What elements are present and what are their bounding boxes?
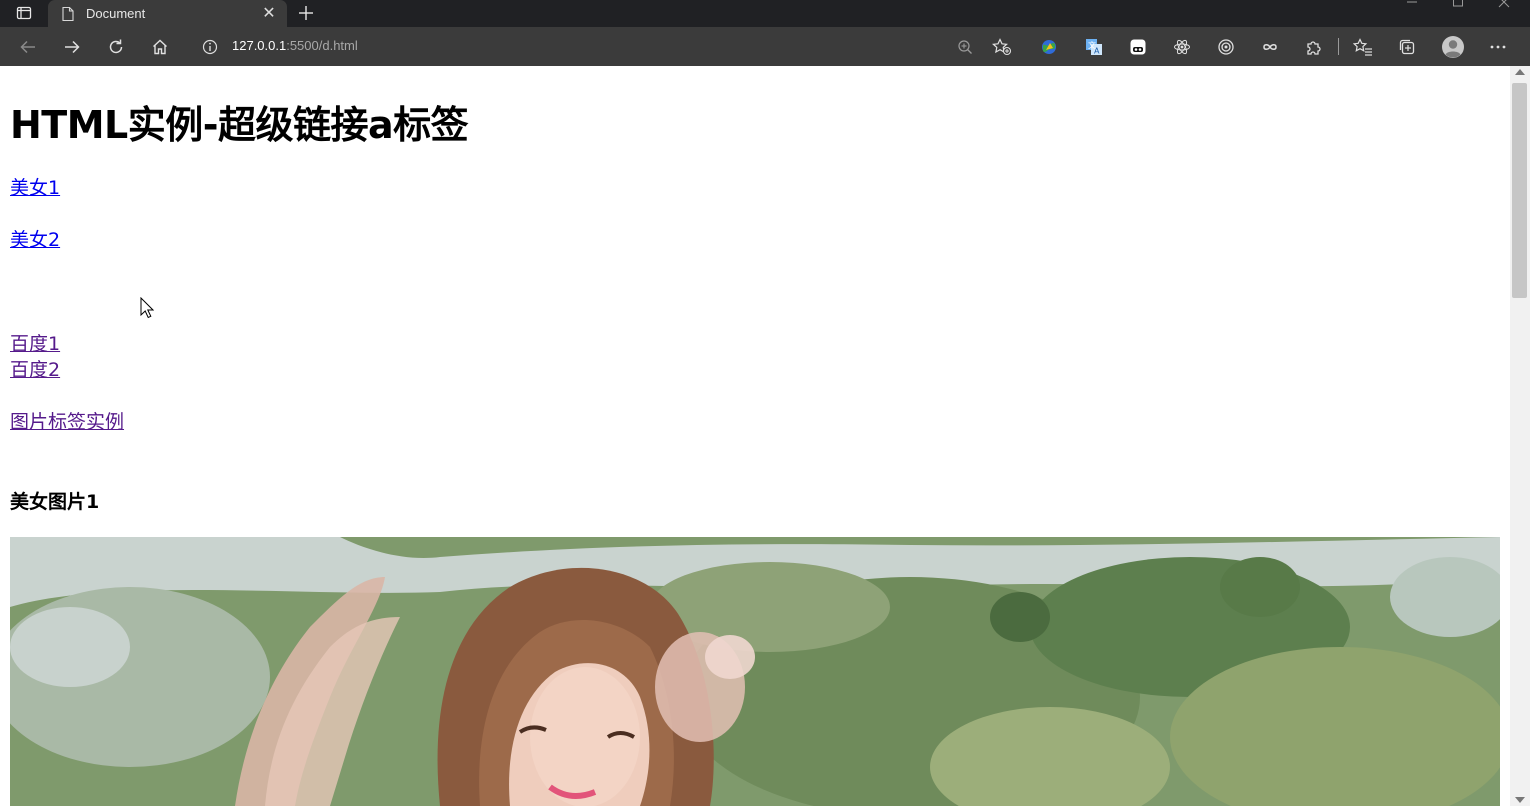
profile-avatar-icon[interactable] [1440, 34, 1466, 60]
tab-title: Document [86, 6, 146, 21]
vertical-scrollbar[interactable] [1510, 66, 1530, 806]
image-section-heading: 美女图片1 [10, 491, 100, 513]
scroll-down-arrow-icon[interactable] [1515, 797, 1525, 803]
back-icon[interactable] [15, 34, 41, 60]
tab-strip: Document ✕ [0, 0, 1530, 27]
address-bar[interactable]: 127.0.0.1:5500/d.html [232, 38, 358, 53]
tab-close-icon[interactable]: ✕ [260, 4, 278, 22]
zoom-icon[interactable] [952, 34, 978, 60]
page-viewport: HTML实例-超级链接a标签 美女1 美女2 百度1 百度2 图片标签实例 美女… [0, 66, 1510, 806]
browser-tab[interactable]: Document ✕ [48, 0, 287, 27]
maximize-icon[interactable] [1435, 0, 1481, 14]
extension-globe-icon[interactable] [1036, 34, 1062, 60]
scroll-up-arrow-icon[interactable] [1515, 69, 1525, 75]
svg-text:A: A [1094, 47, 1100, 56]
link-image-tag-example[interactable]: 图片标签实例 [10, 407, 124, 434]
add-favorite-icon[interactable] [989, 34, 1015, 60]
link-baidu-1[interactable]: 百度1 [10, 329, 60, 356]
home-icon[interactable] [147, 34, 173, 60]
extension-target-icon[interactable] [1213, 34, 1239, 60]
extension-face-icon[interactable] [1125, 34, 1151, 60]
url-path: :5500/d.html [286, 38, 358, 53]
link-baidu-2[interactable]: 百度2 [10, 355, 60, 382]
favorites-icon[interactable] [1350, 34, 1376, 60]
beauty-photo [10, 537, 1500, 806]
mouse-cursor-icon [140, 297, 154, 319]
collections-icon[interactable] [1394, 34, 1420, 60]
scrollbar-thumb[interactable] [1512, 83, 1527, 298]
browser-toolbar: 127.0.0.1:5500/d.html 文A [0, 27, 1530, 67]
forward-icon[interactable] [59, 34, 85, 60]
more-menu-icon[interactable] [1485, 34, 1511, 60]
page-title: HTML实例-超级链接a标签 [10, 103, 469, 147]
translate-icon[interactable]: 文A [1081, 34, 1107, 60]
close-window-icon[interactable] [1481, 0, 1527, 14]
extension-infinity-icon[interactable] [1257, 34, 1283, 60]
extensions-puzzle-icon[interactable] [1301, 34, 1327, 60]
new-tab-icon[interactable] [294, 1, 318, 25]
url-host: 127.0.0.1 [232, 38, 287, 53]
document-icon [62, 6, 74, 21]
tab-actions-icon[interactable] [8, 3, 40, 23]
minimize-icon[interactable] [1389, 0, 1435, 14]
link-beauty-1[interactable]: 美女1 [10, 173, 60, 200]
refresh-icon[interactable] [103, 34, 129, 60]
toolbar-separator [1338, 38, 1339, 55]
react-devtools-icon[interactable] [1169, 34, 1195, 60]
info-icon[interactable] [199, 36, 221, 58]
link-beauty-2[interactable]: 美女2 [10, 225, 60, 252]
